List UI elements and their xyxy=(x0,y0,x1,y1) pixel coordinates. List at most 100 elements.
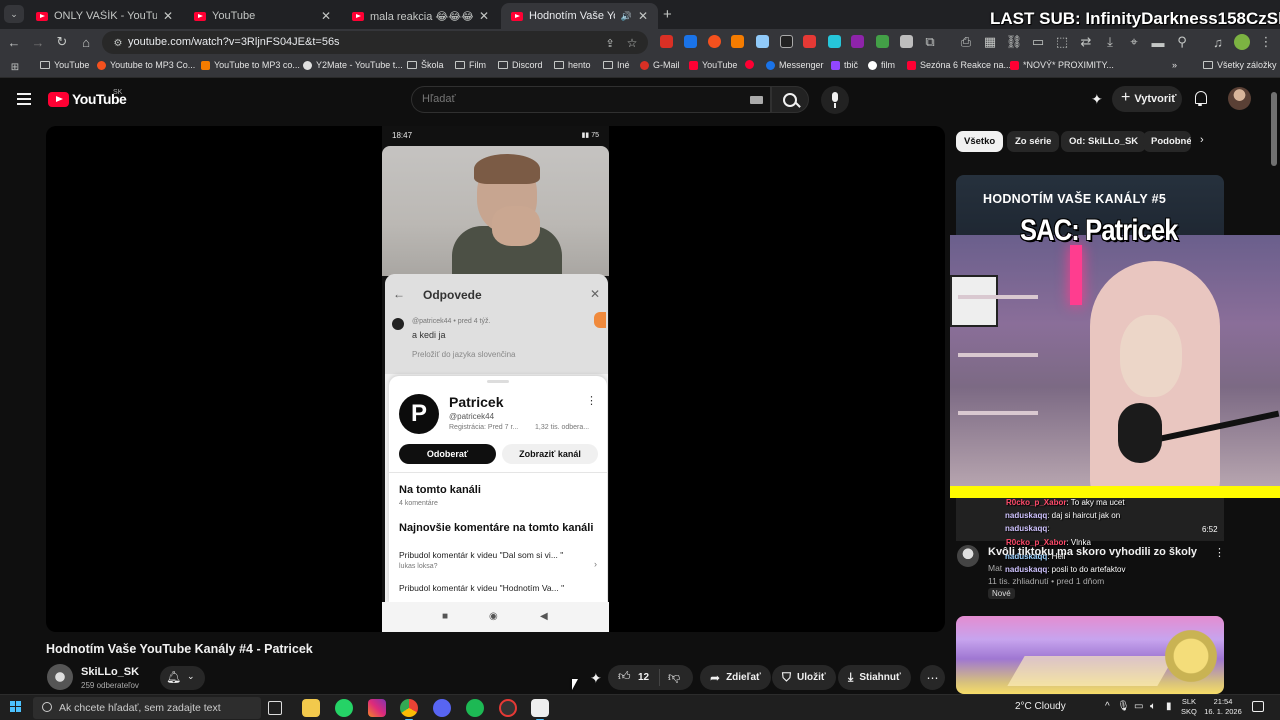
bookmark-folder[interactable]: Discord xyxy=(498,60,543,70)
channel-avatar[interactable] xyxy=(47,664,73,690)
subscribed-notifications-button[interactable]: 🔔︎ ⌄ xyxy=(160,666,205,690)
extensions-puzzle-icon[interactable]: ⧉ xyxy=(922,34,938,50)
bookmark-folder[interactable]: Iné xyxy=(603,60,630,70)
forward-arrow-icon[interactable]: → xyxy=(30,34,46,50)
tab-search-button[interactable]: ⌄ xyxy=(4,5,24,23)
ask-ai-sparkle-icon[interactable]: ✦ xyxy=(590,670,602,687)
extension-icon[interactable] xyxy=(803,35,816,48)
back-arrow-icon[interactable]: ← xyxy=(6,34,22,50)
browser-tab-1[interactable]: ONLY VAŠÍK - YouTube ✕ xyxy=(26,3,183,29)
media-control-icon[interactable]: ♫ xyxy=(1210,34,1226,50)
streaming-app-icon[interactable] xyxy=(531,699,549,720)
youtube-logo-icon[interactable] xyxy=(48,92,69,107)
save-button[interactable]: ⛉ Uložiť xyxy=(772,665,836,690)
chevron-right-icon[interactable]: › xyxy=(1200,134,1204,146)
related-video-thumbnail-2[interactable] xyxy=(956,616,1224,694)
install-app-icon[interactable]: ⇪ xyxy=(602,35,618,51)
extension-icon[interactable] xyxy=(684,35,697,48)
address-bar[interactable]: ⚙ youtube.com/watch?v=3RljnFS04JE&t=56s … xyxy=(102,31,648,54)
whatsapp-icon[interactable] xyxy=(335,699,353,717)
apps-grid-icon[interactable]: ⊞ xyxy=(7,59,23,75)
tray-up-arrow-icon[interactable]: ^ xyxy=(1105,701,1110,712)
page-scrollbar[interactable] xyxy=(1271,92,1277,166)
screenshot-icon[interactable]: ⬚ xyxy=(1054,34,1070,50)
print-icon[interactable]: ⎙ xyxy=(958,34,974,50)
weather-widget[interactable]: 2°C Cloudy xyxy=(1015,701,1066,712)
related-channel-avatar[interactable] xyxy=(957,545,979,567)
bookmark-link[interactable]: Youtube to MP3 Co... xyxy=(97,60,195,70)
tab-close-icon[interactable]: ✕ xyxy=(479,9,489,23)
location-icon[interactable]: ⌖ xyxy=(1126,34,1142,50)
bookmark-folder[interactable]: Film xyxy=(455,60,486,70)
bookmark-link[interactable]: tbič xyxy=(831,60,858,70)
language-indicator[interactable]: SLK SKQ xyxy=(1181,697,1197,717)
chip-from-channel[interactable]: Od: SkiLLo_SK xyxy=(1061,131,1147,152)
bookmark-link[interactable]: G-Mail xyxy=(640,60,680,70)
extension-icon[interactable] xyxy=(708,35,721,48)
tune-icon[interactable]: ⚲ xyxy=(1174,34,1190,50)
thumbs-up-icon[interactable]: 👍︎ xyxy=(618,669,631,684)
bookmark-link[interactable]: Y2Mate - YouTube t... xyxy=(303,60,403,70)
bookmark-star-icon[interactable]: ☆ xyxy=(624,35,640,51)
home-icon[interactable]: ⌂ xyxy=(78,34,94,50)
bookmark-folder[interactable]: YouTube xyxy=(40,60,89,70)
profile-avatar-icon[interactable] xyxy=(1234,34,1250,50)
browser-tab-3[interactable]: mala reakcia 😂😂😂 - YouTu ✕ xyxy=(342,3,499,29)
guide-menu-icon[interactable] xyxy=(17,93,31,105)
video-player[interactable]: 18:47 ▮▮ 75 ← Odpovede ✕ @patricek44 • p… xyxy=(46,126,945,632)
notifications-bell-icon[interactable] xyxy=(1193,91,1207,106)
voice-search-mic-icon[interactable] xyxy=(821,86,849,114)
bookmark-folder[interactable]: Škola xyxy=(407,60,444,70)
taskbar-search-box[interactable]: Ak chcete hľadať, sem zadajte text xyxy=(33,697,261,719)
keyboard-icon[interactable] xyxy=(750,96,763,104)
more-actions-icon[interactable]: ⋯ xyxy=(920,665,945,690)
bookmark-link[interactable]: YouTube xyxy=(689,60,737,70)
bookmark-link[interactable]: YouTube xyxy=(745,60,758,69)
bookmark-link[interactable]: *NOVÝ* PROXIMITY... xyxy=(1010,60,1114,70)
extension-icon[interactable] xyxy=(660,35,673,48)
grid-icon[interactable]: ▦ xyxy=(982,34,998,50)
tab-close-icon[interactable]: ✕ xyxy=(321,9,331,23)
related-video-title[interactable]: Kvôli tiktoku ma skoro vyhodili zo školy xyxy=(988,546,1197,558)
search-input[interactable] xyxy=(422,93,722,105)
chrome-menu-icon[interactable]: ⋮ xyxy=(1258,34,1274,50)
share-button[interactable]: ➦ Zdieľať xyxy=(700,665,771,690)
new-tab-plus-icon[interactable]: + xyxy=(663,6,672,23)
mic-icon[interactable]: 🎙︎ xyxy=(1117,701,1130,712)
bookmark-link[interactable]: YouTube to MP3 co... xyxy=(201,60,300,70)
bookmark-link[interactable]: film xyxy=(868,60,895,70)
tab-close-icon[interactable]: ✕ xyxy=(638,9,648,23)
create-button[interactable]: + Vytvoriť xyxy=(1112,86,1182,112)
channel-name[interactable]: SkiLLo_SK xyxy=(81,666,139,678)
bookmark-link[interactable]: Sezóna 6 Reakce na... xyxy=(907,60,1011,70)
bookmark-folder[interactable]: hento xyxy=(554,60,591,70)
extension-icon[interactable] xyxy=(756,35,769,48)
download-button[interactable]: ⤓ Stiahnuť xyxy=(838,665,911,690)
bookmarks-overflow-icon[interactable]: » xyxy=(1172,60,1177,70)
search-button[interactable] xyxy=(771,86,809,113)
ai-sparkle-icon[interactable]: ✦ xyxy=(1091,91,1103,108)
thumbs-down-icon[interactable]: 👎︎ xyxy=(668,670,680,685)
more-vert-icon[interactable]: ⋮ xyxy=(1214,546,1225,559)
chip-all[interactable]: Všetko xyxy=(956,131,1004,152)
site-info-icon[interactable]: ⚙ xyxy=(110,35,126,51)
windows-start-icon[interactable] xyxy=(10,701,22,713)
instagram-icon[interactable] xyxy=(368,699,386,717)
extension-icon[interactable] xyxy=(828,35,841,48)
chrome-icon[interactable] xyxy=(400,699,418,720)
extension-icon[interactable] xyxy=(900,35,913,48)
speaker-icon[interactable]: 🔊 xyxy=(621,11,632,22)
tab-close-icon[interactable]: ✕ xyxy=(163,9,173,23)
spotify-icon[interactable] xyxy=(466,699,484,717)
download-icon[interactable]: ⤓ xyxy=(1102,34,1118,50)
all-bookmarks-folder[interactable]: Všetky záložky xyxy=(1203,60,1277,70)
related-video-channel[interactable]: Mat xyxy=(988,563,1002,573)
app-icon[interactable] xyxy=(499,699,517,717)
link-icon[interactable]: ⛓ xyxy=(1006,34,1023,50)
file-explorer-icon[interactable] xyxy=(302,699,320,717)
cast-icon[interactable]: ▭ xyxy=(1030,34,1046,50)
extension-icon[interactable] xyxy=(731,35,744,48)
translate-icon[interactable]: ⇄ xyxy=(1078,34,1094,50)
card-icon[interactable]: ▬ xyxy=(1150,34,1166,50)
extension-icon[interactable] xyxy=(876,35,889,48)
